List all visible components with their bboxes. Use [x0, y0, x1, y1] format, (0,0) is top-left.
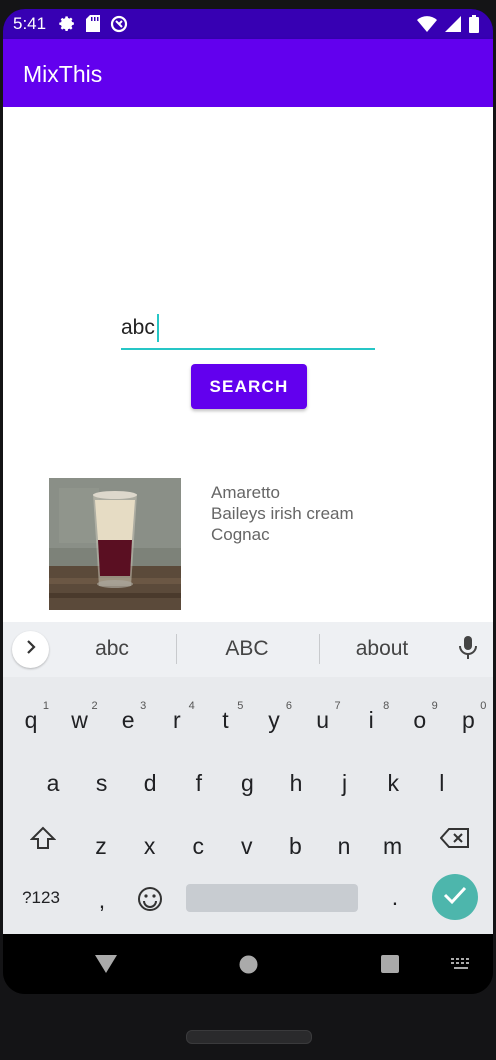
key-d[interactable]: d [126, 758, 174, 808]
key-g[interactable]: g [223, 758, 271, 808]
key-i[interactable]: i8 [347, 695, 395, 745]
key-label: e [121, 707, 135, 733]
key-x[interactable]: x [126, 821, 174, 871]
backspace-icon [439, 823, 470, 849]
battery-icon [469, 15, 479, 38]
main-content: abc SEARCH Amaretto Baileys irish cream … [3, 107, 493, 622]
recents-icon[interactable] [381, 955, 399, 978]
signal-icon [445, 16, 461, 37]
emoji-icon [137, 884, 163, 911]
key-l[interactable]: l [418, 758, 466, 808]
key-c[interactable]: c [174, 821, 222, 871]
key-s[interactable]: s [78, 758, 126, 808]
key-j[interactable]: j [321, 758, 369, 808]
gear-icon [59, 15, 76, 38]
key-z[interactable]: z [77, 821, 125, 871]
keyboard-switch-icon[interactable] [451, 958, 471, 977]
key-n[interactable]: n [320, 821, 368, 871]
device-speaker [186, 1030, 312, 1044]
key-v[interactable]: v [223, 821, 271, 871]
back-icon[interactable] [95, 955, 117, 978]
suggestion-bar: abc ABC about [3, 622, 493, 677]
key-k[interactable]: k [369, 758, 417, 808]
key-hint: 9 [431, 700, 438, 712]
navigation-bar [3, 934, 493, 994]
text-cursor [157, 314, 159, 342]
key-label: u [316, 707, 329, 733]
key-hint: 7 [334, 700, 341, 712]
data-saver-icon [110, 15, 128, 38]
key-o[interactable]: o9 [396, 695, 444, 745]
key-y[interactable]: y6 [250, 695, 298, 745]
expand-toolbar-button[interactable] [12, 631, 49, 668]
key-b[interactable]: b [271, 821, 319, 871]
key-hint: 6 [285, 700, 292, 712]
home-icon[interactable] [239, 955, 258, 979]
search-input-value: abc [121, 316, 155, 339]
shift-key[interactable] [19, 811, 67, 861]
key-hint: 3 [140, 700, 147, 712]
ingredient: Amaretto [211, 483, 280, 502]
key-label: t [222, 707, 229, 733]
status-time: 5:41 [13, 14, 47, 33]
suggestion-divider [176, 634, 177, 664]
key-r[interactable]: r4 [153, 695, 201, 745]
checkmark-icon [443, 885, 467, 910]
key-label: w [71, 707, 88, 733]
wifi-icon [417, 16, 437, 37]
emoji-key[interactable] [126, 872, 174, 922]
app-title: MixThis [23, 61, 103, 87]
key-t[interactable]: t5 [201, 695, 249, 745]
key-p[interactable]: p0 [444, 695, 492, 745]
sd-card-icon [86, 15, 100, 38]
symbols-key[interactable]: ?123 [17, 873, 65, 923]
suggestion-divider [319, 634, 320, 664]
device-frame: 5:41 MixThis abc SEARCH Amaretto Baileys… [0, 0, 496, 1060]
key-label: q [24, 707, 38, 733]
soft-keyboard: abc ABC about q1w2e3r4t5y6u7i8o9p0 asdfg… [3, 622, 493, 934]
key-label: r [172, 707, 181, 733]
cocktail-thumbnail [49, 478, 181, 610]
ingredient: Baileys irish cream [211, 504, 354, 523]
backspace-key[interactable] [431, 811, 479, 861]
key-hint: 1 [42, 700, 49, 712]
period-key[interactable]: . [371, 872, 419, 922]
status-bar: 5:41 [3, 9, 493, 39]
key-w[interactable]: w2 [56, 695, 104, 745]
key-label: y [268, 707, 280, 733]
key-hint: 4 [188, 700, 195, 712]
key-hint: 5 [237, 700, 244, 712]
suggestion[interactable]: abc [52, 637, 172, 661]
chevron-right-icon [24, 639, 38, 660]
app-bar: MixThis [3, 39, 493, 107]
key-e[interactable]: e3 [104, 695, 152, 745]
microphone-icon[interactable] [458, 635, 478, 666]
suggestion[interactable]: ABC [187, 637, 307, 661]
suggestion[interactable]: about [322, 637, 442, 661]
key-f[interactable]: f [175, 758, 223, 808]
key-hint: 8 [383, 700, 390, 712]
screen: 5:41 MixThis abc SEARCH Amaretto Baileys… [3, 9, 493, 994]
key-h[interactable]: h [272, 758, 320, 808]
done-key[interactable] [432, 874, 478, 920]
key-a[interactable]: a [29, 758, 77, 808]
list-item[interactable]: Amaretto Baileys irish cream Cognac [49, 478, 469, 610]
ingredients-list: Amaretto Baileys irish cream Cognac [211, 482, 354, 545]
search-button[interactable]: SEARCH [191, 364, 307, 409]
comma-key[interactable]: , [78, 875, 126, 925]
shift-icon [29, 823, 57, 849]
key-label: p [461, 707, 475, 733]
space-key[interactable] [186, 884, 358, 912]
search-input[interactable]: abc [121, 312, 375, 350]
key-label: i [368, 707, 374, 733]
key-hint: 0 [480, 700, 487, 712]
key-m[interactable]: m [369, 821, 417, 871]
key-q[interactable]: q1 [7, 695, 55, 745]
ingredient: Cognac [211, 525, 270, 544]
key-u[interactable]: u7 [299, 695, 347, 745]
key-hint: 2 [91, 700, 98, 712]
key-label: o [413, 707, 427, 733]
